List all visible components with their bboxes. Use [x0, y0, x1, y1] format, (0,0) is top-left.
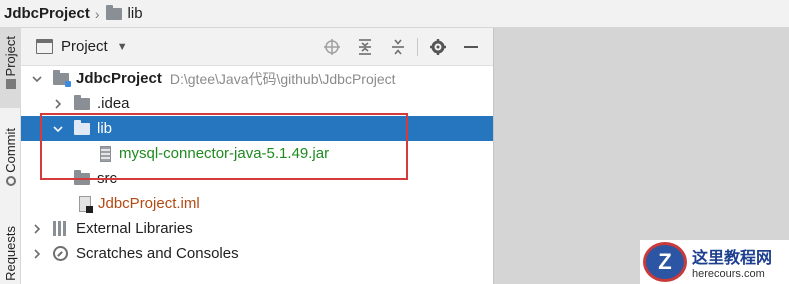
- external-name: External Libraries: [76, 220, 193, 237]
- breadcrumb-separator-icon: ›: [94, 5, 100, 22]
- breadcrumb-folder-label: lib: [127, 5, 143, 22]
- chevron-down-icon[interactable]: [52, 123, 64, 135]
- folder-icon: [105, 4, 122, 20]
- minimize-icon[interactable]: [459, 35, 483, 59]
- chevron-down-icon[interactable]: [31, 73, 43, 85]
- folder-icon: [74, 94, 90, 110]
- tree-item-iml[interactable]: JdbcProject.iml: [21, 191, 493, 216]
- folder-icon: [5, 79, 16, 90]
- toolbar-divider: [417, 38, 418, 56]
- commit-icon: [5, 175, 16, 186]
- folder-icon: [74, 169, 90, 185]
- jar-name: mysql-connector-java-5.1.49.jar: [119, 145, 330, 162]
- libraries-icon: [53, 221, 69, 236]
- tree-item-scratches[interactable]: Scratches and Consoles: [21, 241, 493, 266]
- jar-file-icon: [100, 145, 111, 162]
- chevron-right-icon[interactable]: [52, 98, 64, 110]
- src-name: src: [97, 170, 117, 187]
- panel-header: Project ▼: [21, 28, 493, 66]
- project-panel: Project ▼ JdbcProject D:\gtee\Java代码\git…: [21, 28, 493, 284]
- module-folder-icon: [53, 69, 71, 87]
- stripe-commit-label: Commit: [3, 128, 18, 173]
- collapse-all-icon[interactable]: [386, 35, 410, 59]
- root-name: JdbcProject: [76, 70, 162, 87]
- gear-icon[interactable]: [426, 35, 450, 59]
- watermark-text: 这里教程网 herecours.com: [692, 244, 772, 280]
- stripe-requests-button[interactable]: Requests: [0, 226, 21, 284]
- breadcrumb-project[interactable]: JdbcProject: [4, 5, 90, 22]
- iml-name: JdbcProject.iml: [98, 195, 200, 212]
- locate-icon[interactable]: [320, 35, 344, 59]
- panel-toolbar: [311, 28, 483, 66]
- tool-window-stripe: Project Commit Requests: [0, 28, 21, 284]
- idea-name: .idea: [97, 95, 130, 112]
- watermark-logo: Z: [643, 242, 687, 282]
- chevron-down-icon[interactable]: ▼: [117, 41, 128, 53]
- tree-item-root[interactable]: JdbcProject D:\gtee\Java代码\github\JdbcPr…: [21, 66, 493, 91]
- breadcrumb-project-label: JdbcProject: [4, 5, 90, 22]
- folder-icon: [74, 119, 90, 135]
- chevron-right-icon[interactable]: [31, 223, 43, 235]
- expand-all-icon[interactable]: [353, 35, 377, 59]
- stripe-project-button[interactable]: Project: [0, 28, 21, 108]
- stripe-project-label: Project: [3, 36, 18, 77]
- stripe-requests-label: Requests: [3, 226, 18, 281]
- scratches-icon: [53, 246, 68, 261]
- watermark-cn: 这里教程网: [692, 248, 773, 267]
- tree-item-lib[interactable]: lib: [21, 116, 493, 141]
- chevron-right-icon[interactable]: [31, 248, 43, 260]
- tree-item-idea[interactable]: .idea: [21, 91, 493, 116]
- breadcrumb-folder[interactable]: lib: [105, 4, 143, 22]
- breadcrumb: JdbcProject › lib: [0, 0, 789, 28]
- watermark: Z 这里教程网 herecours.com: [640, 240, 789, 284]
- root-path: D:\gtee\Java代码\github\JdbcProject: [169, 70, 396, 87]
- project-view-icon: [36, 39, 53, 54]
- watermark-url: herecours.com: [692, 268, 765, 280]
- stripe-commit-button[interactable]: Commit: [0, 128, 21, 208]
- tree-item-jar[interactable]: mysql-connector-java-5.1.49.jar: [21, 141, 493, 166]
- scratches-name: Scratches and Consoles: [76, 245, 239, 262]
- tree-item-external-libraries[interactable]: External Libraries: [21, 216, 493, 241]
- tree-item-src[interactable]: src: [21, 166, 493, 191]
- iml-file-icon: [79, 195, 93, 213]
- lib-name: lib: [97, 120, 113, 137]
- panel-title[interactable]: Project: [61, 38, 108, 55]
